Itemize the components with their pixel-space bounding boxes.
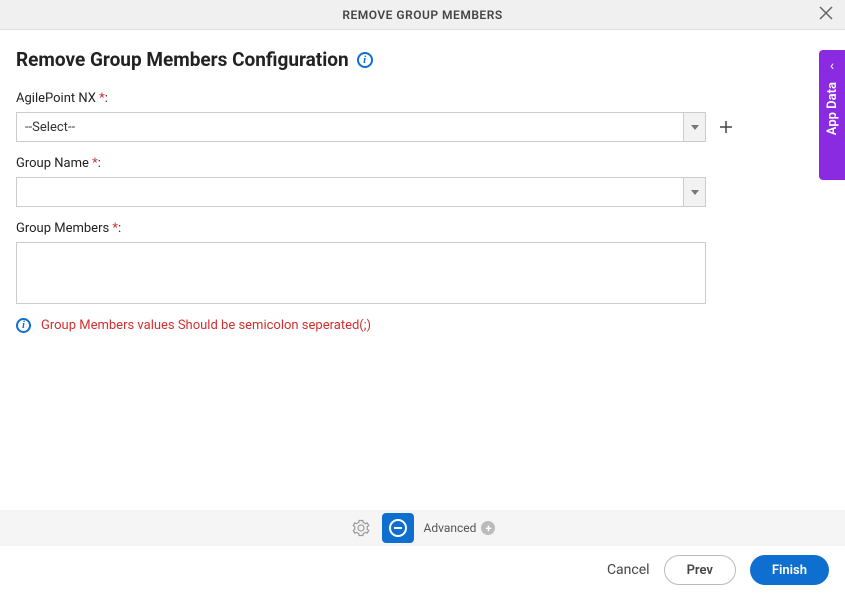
advanced-label: Advanced <box>424 521 477 535</box>
info-icon: i <box>16 318 31 333</box>
agilepoint-select[interactable]: --Select-- <box>16 112 706 142</box>
add-agilepoint-button[interactable] <box>716 117 736 137</box>
app-data-tab-label: App Data <box>825 82 840 135</box>
collapse-button[interactable] <box>382 513 414 543</box>
group-name-select[interactable] <box>16 177 706 207</box>
gear-icon <box>352 519 370 537</box>
group-members-textarea[interactable] <box>16 242 706 304</box>
agilepoint-select-value: --Select-- <box>17 113 683 141</box>
settings-button[interactable] <box>350 517 372 539</box>
minus-circle-icon <box>389 519 407 537</box>
prev-button[interactable]: Prev <box>664 555 736 585</box>
field-group-name: Group Name *: <box>16 156 829 207</box>
advanced-toggle[interactable]: Advanced + <box>424 521 496 535</box>
page-title: Remove Group Members Configuration <box>16 48 349 71</box>
agilepoint-label: AgilePoint NX *: <box>16 91 829 106</box>
hint-text: Group Members values Should be semicolon… <box>41 318 371 333</box>
group-members-label: Group Members *: <box>16 221 829 236</box>
action-bar: Cancel Prev Finish <box>0 546 845 594</box>
plus-icon <box>718 119 734 135</box>
info-icon[interactable]: i <box>357 52 373 68</box>
app-data-tab[interactable]: ‹ App Data <box>819 50 845 180</box>
required-marker: * <box>92 156 98 171</box>
hint-row: i Group Members values Should be semicol… <box>16 318 829 333</box>
chevron-left-icon: ‹ <box>830 58 834 74</box>
field-group-members: Group Members *: i Group Members values … <box>16 221 829 333</box>
footer-toolbar: Advanced + <box>0 510 845 546</box>
plus-circle-icon: + <box>481 521 495 535</box>
chevron-down-icon <box>691 190 699 195</box>
close-icon <box>819 6 833 20</box>
group-name-select-caret[interactable] <box>683 178 705 206</box>
agilepoint-select-caret[interactable] <box>683 113 705 141</box>
form-area: AgilePoint NX *: --Select-- Group Name *… <box>0 79 845 333</box>
chevron-down-icon <box>691 125 699 130</box>
field-agilepoint: AgilePoint NX *: --Select-- <box>16 91 829 142</box>
page-title-row: Remove Group Members Configuration i <box>0 30 845 79</box>
close-button[interactable] <box>819 6 833 24</box>
required-marker: * <box>99 91 105 106</box>
cancel-button[interactable]: Cancel <box>607 562 650 578</box>
group-name-label: Group Name *: <box>16 156 829 171</box>
group-name-select-value <box>17 178 683 206</box>
dialog-header: REMOVE GROUP MEMBERS <box>0 0 845 30</box>
finish-button[interactable]: Finish <box>750 555 829 585</box>
required-marker: * <box>112 221 118 236</box>
dialog-title: REMOVE GROUP MEMBERS <box>342 8 502 22</box>
